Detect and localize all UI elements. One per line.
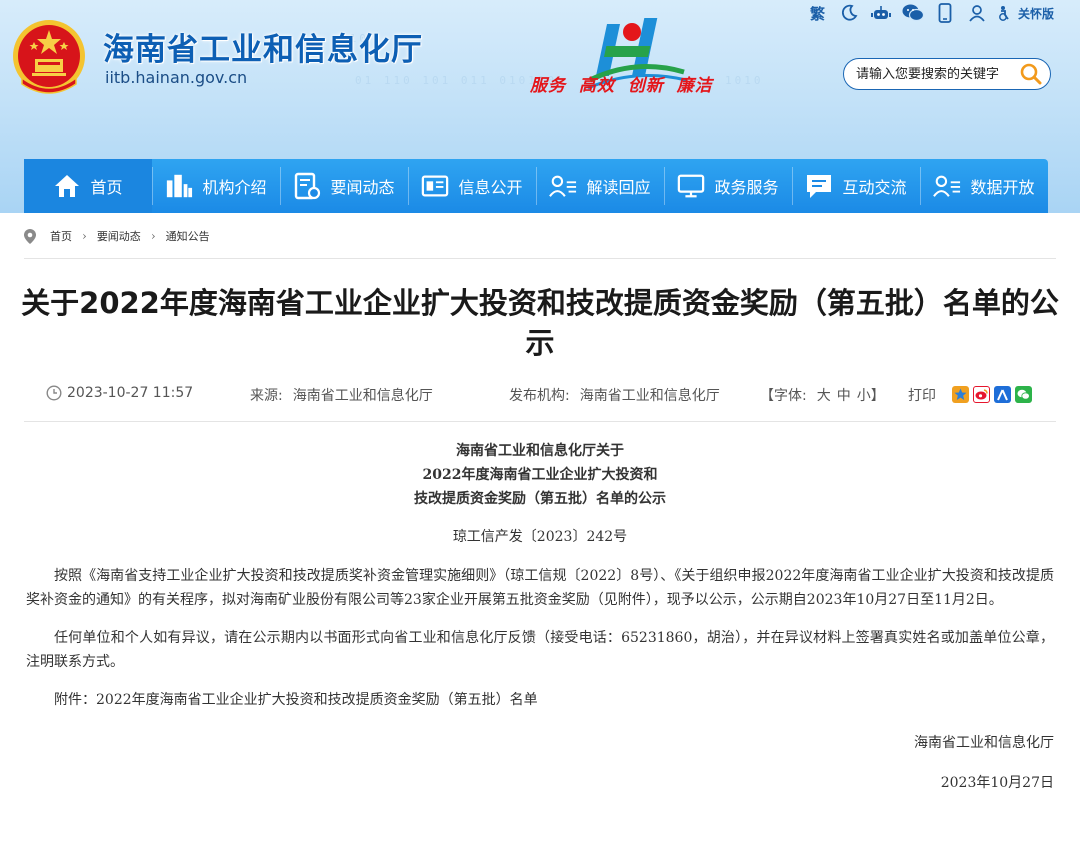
breadcrumb: 首页 › 要闻动态 › 通知公告: [24, 228, 210, 244]
publisher-value: 海南省工业和信息化厅: [579, 388, 720, 404]
publisher: 发布机构: 海南省工业和信息化厅: [509, 385, 720, 405]
nav-item-government-service[interactable]: 政务服务: [664, 159, 792, 213]
nav-item-label: 政务服务: [714, 178, 779, 197]
font-size-label: 【字体:: [760, 388, 807, 404]
care-mode-button[interactable]: 关怀版: [993, 1, 1058, 25]
data-icon: [933, 172, 961, 200]
document-number: 琼工信产发〔2023〕242号: [452, 529, 628, 545]
location-pin-icon: [24, 228, 36, 244]
slogan: 服务 高效 创新 廉洁: [530, 71, 719, 96]
weibo-share-icon[interactable]: [973, 386, 990, 403]
nav-item-news[interactable]: 要闻动态: [280, 159, 408, 213]
breadcrumb-home[interactable]: 首页: [50, 228, 72, 244]
chat-icon: [805, 172, 833, 200]
home-icon: [53, 172, 81, 200]
dark-mode-button[interactable]: [833, 1, 865, 25]
clock-icon: [46, 385, 62, 401]
building-icon: [165, 172, 193, 200]
slogan-innovation: 创新: [627, 76, 664, 96]
nav-item-organization[interactable]: 机构介绍: [152, 159, 280, 213]
share-bar: [952, 386, 1032, 403]
document-heading-line: 技改提质资金奖励（第五批）名单的公示: [414, 491, 666, 507]
document-heading-line: 2022年度海南省工业企业扩大投资和: [422, 467, 658, 483]
nav-item-info-disclosure[interactable]: 信息公开: [408, 159, 536, 213]
mobile-version-button[interactable]: [929, 1, 961, 25]
content-panel: 首页 › 要闻动态 › 通知公告 关于2022年度海南省工业企业扩大投资和技改提…: [0, 213, 1080, 843]
chevron-right-icon: ›: [150, 229, 156, 243]
source: 来源: 海南省工业和信息化厅: [250, 385, 433, 405]
publish-time: 2023-10-27 11:57: [46, 385, 193, 401]
nav-item-label: 首页: [90, 178, 123, 197]
breadcrumb-notices[interactable]: 通知公告: [166, 228, 210, 244]
nav-item-interpretation[interactable]: 解读回应: [536, 159, 664, 213]
care-mode-label: 关怀版: [1017, 6, 1054, 21]
nav-item-label: 数据开放: [970, 178, 1035, 197]
font-size-close: 】: [870, 388, 885, 404]
qzone-share-icon[interactable]: [952, 386, 969, 403]
slogan-integrity: 廉洁: [676, 76, 713, 96]
document-heading-line: 海南省工业和信息化厅关于: [456, 443, 624, 459]
site-name[interactable]: 海南省工业和信息化厅: [103, 24, 423, 69]
renren-share-icon[interactable]: [994, 386, 1011, 403]
publisher-label: 发布机构:: [509, 388, 570, 404]
utility-bar: 繁 关怀版: [802, 0, 1058, 26]
body-paragraph: 任何单位和个人如有异议，请在公示期内以书面形式向省工业和信息化厅反馈（接受电话：…: [26, 630, 1054, 670]
body-paragraph: 按照《海南省支持工业企业扩大投资和技改提质奖补资金管理实施细则》（琼工信规〔20…: [26, 568, 1054, 608]
news-icon: [293, 172, 321, 200]
moon-icon: [841, 4, 858, 21]
robot-icon: [870, 6, 891, 19]
font-size-switcher: 【字体: 大 中 小 】: [760, 385, 885, 405]
font-size-medium[interactable]: 中: [837, 385, 851, 405]
font-size-small[interactable]: 小: [857, 385, 871, 405]
attachment-line[interactable]: 附件：2022年度海南省工业企业扩大投资和技改提质资金奖励（第五批）名单: [26, 688, 1054, 712]
nav-item-label: 互动交流: [842, 178, 907, 197]
nav-item-interaction[interactable]: 互动交流: [792, 159, 920, 213]
divider: [24, 258, 1056, 259]
monitor-icon: [677, 172, 705, 200]
signer: 海南省工业和信息化厅: [914, 735, 1054, 751]
site-header: 01 110 101 011 010110 010 1010 海南省工业和信息化…: [0, 0, 1080, 213]
font-size-large[interactable]: 大: [817, 385, 831, 405]
slogan-efficiency: 高效: [578, 76, 615, 96]
article-body: 海南省工业和信息化厅关于 2022年度海南省工业企业扩大投资和 技改提质资金奖励…: [26, 439, 1054, 794]
nav-item-home[interactable]: 首页: [24, 159, 152, 213]
wechat-icon: [902, 4, 924, 22]
binary-decoration: 01 110 101 011 010110: [355, 74, 558, 87]
slogan-service: 服务: [530, 76, 566, 96]
national-emblem-icon: [13, 20, 85, 94]
article-meta: 2023-10-27 11:57 来源: 海南省工业和信息化厅 发布机构: 海南…: [46, 385, 1050, 405]
publish-datetime: 2023-10-27 11:57: [67, 385, 194, 401]
info-icon: [421, 172, 449, 200]
person-list-icon: [549, 172, 577, 200]
nav-item-label: 机构介绍: [202, 178, 267, 197]
main-navigation: 首页 机构介绍 要闻动态 信息公开 解读回应 政务服务 互动交流 数据开放: [24, 159, 1048, 213]
sign-date: 2023年10月27日: [940, 775, 1054, 791]
search-box: [843, 58, 1051, 90]
print-button[interactable]: 打印: [908, 385, 936, 405]
nav-item-label: 解读回应: [586, 178, 651, 197]
user-icon: [969, 5, 985, 22]
traditional-chinese-button[interactable]: 繁: [802, 1, 833, 25]
mobile-phone-icon: [938, 3, 952, 23]
accessibility-icon: [999, 6, 1009, 21]
document-heading: 海南省工业和信息化厅关于 2022年度海南省工业企业扩大投资和 技改提质资金奖励…: [26, 439, 1054, 511]
chevron-right-icon: ›: [82, 229, 87, 243]
source-label: 来源:: [250, 388, 283, 404]
divider: [24, 421, 1056, 422]
search-input[interactable]: [856, 66, 1021, 82]
nav-item-label: 信息公开: [458, 178, 523, 197]
wechat-share-icon[interactable]: [1015, 386, 1032, 403]
nav-item-open-data[interactable]: 数据开放: [920, 159, 1048, 213]
binary-decoration: 1010: [725, 74, 764, 87]
robot-assistant-button[interactable]: [865, 1, 897, 25]
wechat-button[interactable]: [897, 1, 929, 25]
site-domain: iitb.hainan.gov.cn: [105, 68, 248, 87]
source-value: 海南省工业和信息化厅: [292, 388, 433, 404]
user-login-button[interactable]: [961, 1, 993, 25]
nav-item-label: 要闻动态: [330, 178, 395, 197]
page-title: 关于2022年度海南省工业企业扩大投资和技改提质资金奖励（第五批）名单的公示: [21, 286, 1059, 360]
breadcrumb-news[interactable]: 要闻动态: [97, 228, 141, 244]
search-icon[interactable]: [1020, 63, 1042, 85]
